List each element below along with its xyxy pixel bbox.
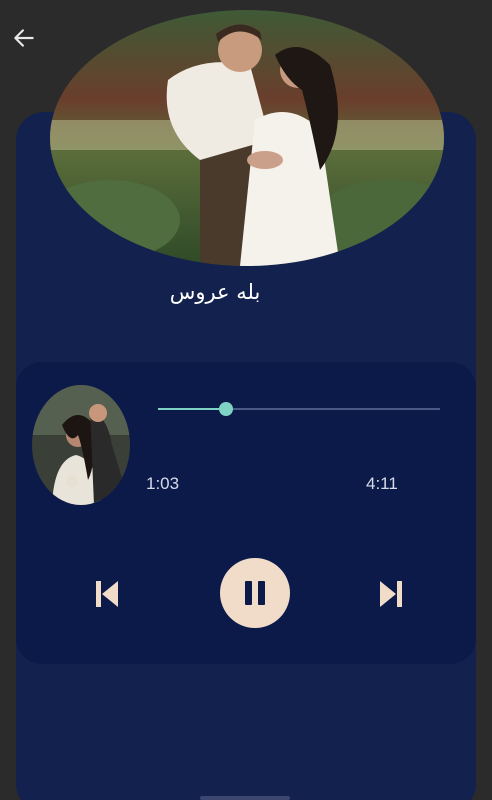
back-button[interactable] (8, 22, 40, 54)
next-button[interactable] (374, 576, 408, 612)
skip-previous-icon (96, 581, 118, 607)
seek-bar[interactable] (158, 402, 440, 416)
duration-time: 4:11 (366, 474, 398, 493)
album-thumbnail-image (32, 385, 130, 505)
album-cover-image (50, 10, 444, 266)
seek-bar-progress (158, 408, 226, 410)
skip-next-icon (380, 581, 402, 607)
song-title: بله عروس (169, 280, 261, 304)
pause-icon (245, 581, 265, 605)
seek-bar-thumb[interactable] (218, 402, 233, 416)
arrow-left-icon (14, 29, 34, 47)
previous-button[interactable] (90, 576, 124, 612)
home-indicator (200, 796, 290, 800)
current-time: 1:03 (146, 474, 180, 493)
play-pause-button[interactable] (220, 558, 290, 628)
